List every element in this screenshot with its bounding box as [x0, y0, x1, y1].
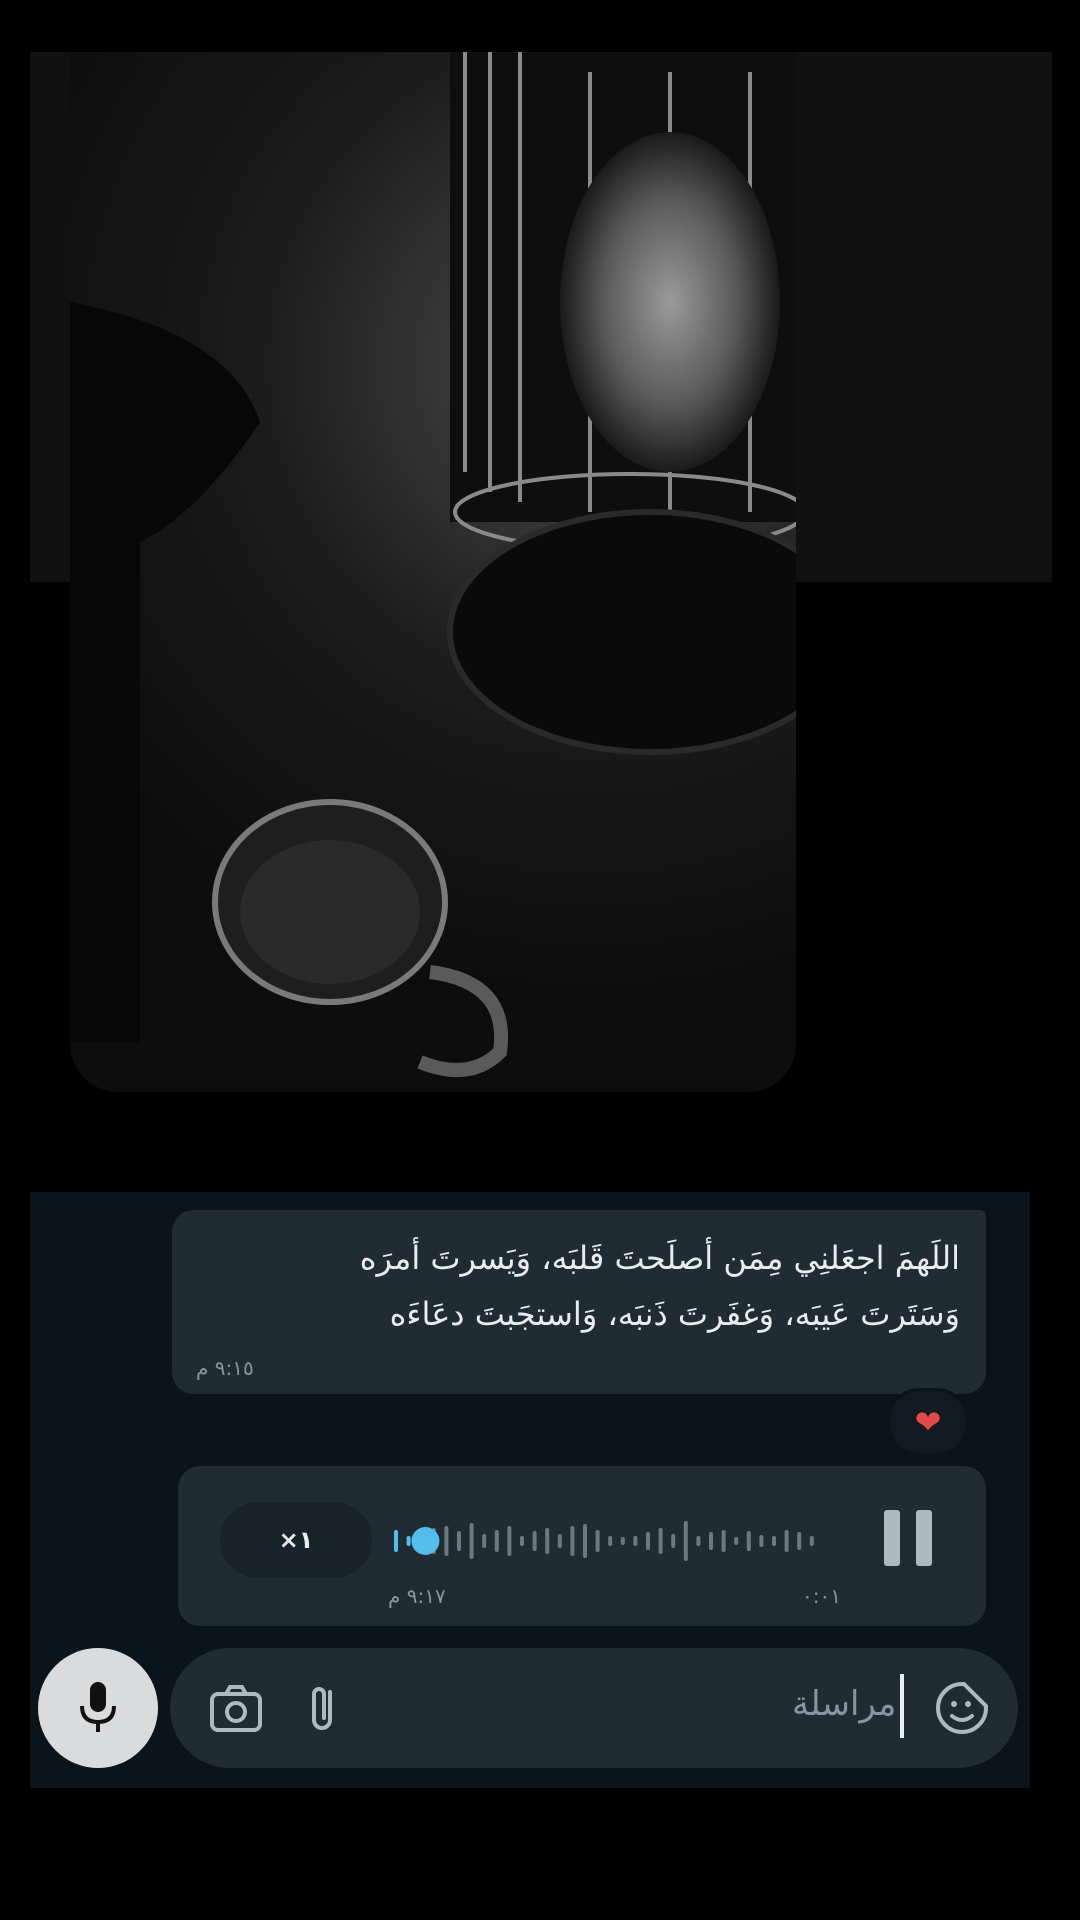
- shared-photo[interactable]: [70, 52, 796, 1092]
- message-time: ٩:١٥ م: [196, 1356, 254, 1380]
- waveform-bar: [595, 1530, 600, 1552]
- waveform-bar: [507, 1526, 512, 1556]
- sticker-icon[interactable]: [932, 1678, 992, 1738]
- waveform-bar: [520, 1536, 524, 1546]
- waveform-bar: [545, 1528, 550, 1554]
- text-caret: [900, 1674, 904, 1738]
- waveform-bar: [444, 1526, 449, 1556]
- voice-note-bubble: ×١ ٠:٠١ ٩:١٧ م: [178, 1466, 986, 1626]
- waveform-bar: [457, 1531, 461, 1551]
- waveform-bar: [671, 1534, 676, 1548]
- voice-waveform[interactable]: [388, 1506, 828, 1576]
- message-text: اللَهمَ اجعَلنِي مِمَن أصلَحتَ قَلبَه، و…: [198, 1230, 960, 1342]
- waveform-bar: [772, 1536, 776, 1546]
- waveform-bar: [633, 1536, 638, 1546]
- waveform-bar: [557, 1534, 562, 1548]
- waveform-bar: [482, 1534, 487, 1548]
- waveform-bar: [469, 1523, 474, 1559]
- voice-duration: ٠:٠١: [802, 1584, 841, 1608]
- waveform-bar: [608, 1536, 613, 1546]
- waveform-bar: [734, 1537, 739, 1545]
- message-bubble[interactable]: اللَهمَ اجعَلنِي مِمَن أصلَحتَ قَلبَه، و…: [172, 1210, 986, 1394]
- message-input[interactable]: مراسلة: [792, 1684, 896, 1724]
- camera-icon[interactable]: [206, 1678, 266, 1738]
- attach-icon[interactable]: [294, 1678, 354, 1738]
- waveform-bar: [709, 1532, 713, 1550]
- photo-content: [70, 52, 796, 1077]
- mic-button[interactable]: [38, 1648, 158, 1768]
- message-line-2: وَسَتَرتَ عَيبَه، وَغفَرتَ ذَنبَه، وَاست…: [389, 1295, 960, 1333]
- message-input-bar[interactable]: مراسلة: [170, 1648, 1018, 1768]
- waveform-bar: [394, 1530, 398, 1552]
- waveform-bar: [532, 1531, 537, 1551]
- waveform-bar: [406, 1536, 411, 1546]
- playback-knob[interactable]: [411, 1527, 440, 1555]
- waveform-bar: [746, 1531, 751, 1551]
- waveform-bar: [759, 1535, 764, 1547]
- waveform-bar: [683, 1521, 688, 1561]
- waveform-bar: [658, 1528, 663, 1554]
- voice-time: ٩:١٧ م: [388, 1584, 446, 1608]
- waveform-bar: [620, 1537, 625, 1545]
- waveform-bar: [570, 1526, 575, 1556]
- message-line-1: اللَهمَ اجعَلنِي مِمَن أصلَحتَ قَلبَه، و…: [359, 1239, 960, 1277]
- waveform-bar: [696, 1536, 701, 1546]
- heart-icon: ❤: [914, 1403, 942, 1441]
- waveform-bar: [583, 1524, 587, 1558]
- waveform-bar: [721, 1530, 726, 1552]
- reaction-badge[interactable]: ❤: [888, 1388, 968, 1456]
- pause-icon[interactable]: [884, 1510, 934, 1566]
- playback-speed-button[interactable]: ×١: [220, 1502, 372, 1578]
- waveform-bar: [784, 1530, 789, 1552]
- mic-icon: [80, 1682, 116, 1732]
- waveform-bar: [797, 1532, 802, 1550]
- waveform-bar: [494, 1530, 499, 1552]
- waveform-bar: [646, 1532, 650, 1550]
- waveform-bar: [809, 1536, 814, 1546]
